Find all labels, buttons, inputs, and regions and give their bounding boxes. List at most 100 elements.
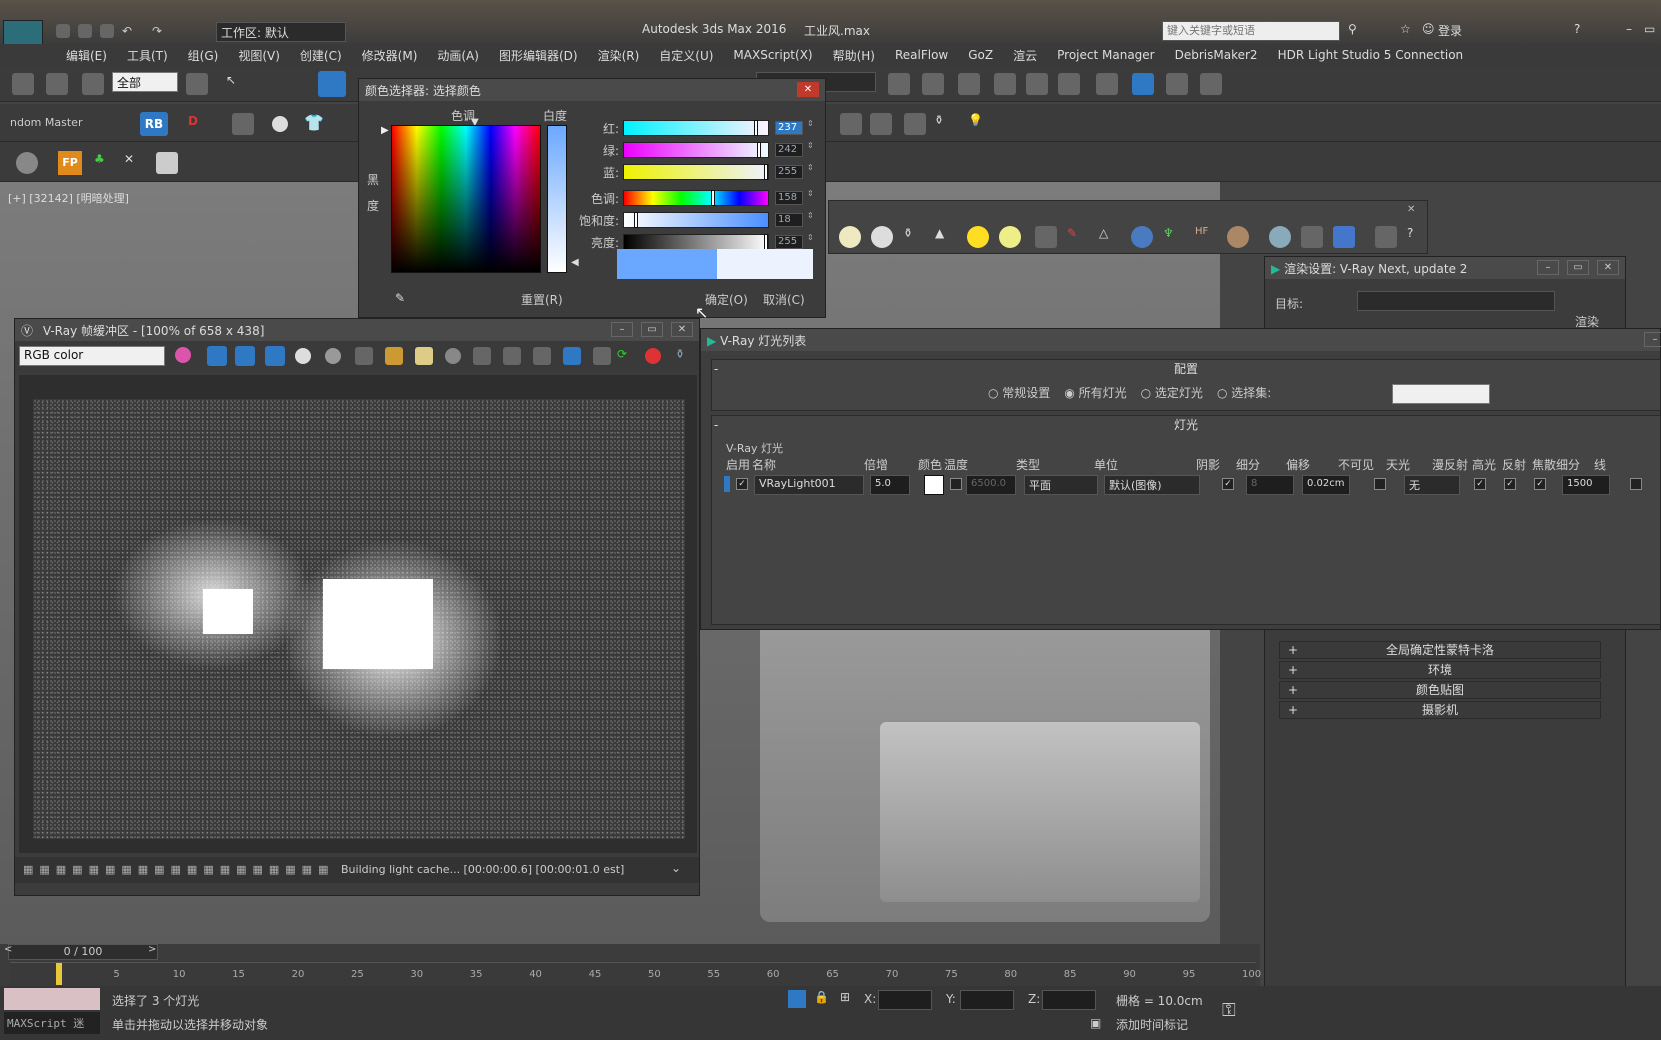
spinner-arrows-icon[interactable]: ⇕ [807,211,814,220]
globe-icon[interactable] [1131,226,1153,248]
vray-material-icon[interactable] [1333,226,1355,248]
follow-mouse-icon[interactable] [503,347,521,365]
lock-icon[interactable]: 🔒 [814,990,829,1004]
green-channel-icon[interactable] [235,346,255,366]
slider-thumb[interactable] [633,212,638,228]
x-coordinate-input[interactable] [878,990,932,1010]
menu-item[interactable]: 帮助(H) [823,47,885,64]
texture-icon[interactable] [1227,226,1249,248]
maxscript-listener-pink[interactable] [4,988,100,1010]
channel-slider[interactable] [623,234,769,250]
blue-channel-icon[interactable] [265,346,285,366]
rs-maximize-icon[interactable]: ▭ [1567,260,1589,275]
proxy-icon[interactable] [1035,226,1057,248]
menu-item[interactable]: 工具(T) [117,47,178,64]
menu-item[interactable]: 渲染(R) [588,47,650,64]
time-tag-icon[interactable]: ▣ [1090,1016,1101,1030]
snapshot-icon[interactable] [232,113,254,135]
config-collapse-icon[interactable]: - [714,362,718,376]
rs-minimize-icon[interactable]: – [1537,260,1559,275]
slider-thumb[interactable] [764,234,768,250]
render-canvas[interactable] [19,375,697,853]
next-frame-icon[interactable]: > [148,944,156,955]
unlink-icon[interactable] [46,73,68,95]
hf-icon[interactable]: HF [1195,226,1217,248]
color-picker-close-icon[interactable]: ✕ [797,82,819,97]
help-icon[interactable]: ? [1574,22,1580,36]
expand-icon[interactable]: + [1288,662,1298,678]
binoculars-icon[interactable]: ⚲ [1348,22,1357,36]
whiteness-slider[interactable] [547,125,567,273]
reflection-checkbox[interactable]: ✓ [1534,478,1546,490]
menu-item[interactable]: 图形编辑器(D) [489,47,588,64]
material-library-icon[interactable] [1301,226,1323,248]
dome-light-icon[interactable] [999,226,1021,248]
vfb-expand-icon[interactable]: ⌄ [671,861,681,875]
open-file-icon[interactable] [78,24,92,38]
vfb-maximize-icon[interactable]: ▭ [641,322,663,337]
add-time-tag[interactable]: 添加时间标记 [1116,1016,1188,1033]
material-editor-icon[interactable] [1096,73,1118,95]
bind-space-warp-icon[interactable] [82,73,104,95]
reset-button[interactable]: 重置(R) [521,291,563,308]
frame-buffer-icon[interactable] [904,113,926,135]
redo-icon[interactable]: ↷ [152,24,166,38]
select-object-icon[interactable] [186,73,208,95]
row-selector[interactable] [724,476,730,492]
light-lister-minimize-icon[interactable]: – [1644,332,1661,347]
target-select[interactable] [1357,291,1555,311]
viewport-label[interactable]: [+] [32142] [明暗处理] [8,190,129,206]
render-frame-icon[interactable] [840,113,862,135]
login-link[interactable]: 登录 [1438,22,1462,39]
menu-item[interactable]: RealFlow [885,48,958,62]
tree-icon[interactable]: ♣ [94,152,116,174]
light-type-select[interactable]: 平面 [1024,475,1098,495]
channel-value-input[interactable]: 255 [775,235,803,249]
plane-object-icon[interactable] [839,226,861,248]
spinner-arrows-icon[interactable]: ⇕ [807,141,814,150]
select-move-icon[interactable] [318,71,346,97]
render-teapot-icon[interactable]: ⚱ [675,347,697,369]
render-setup-icon[interactable] [1132,73,1154,95]
maxscript-mini-listener[interactable]: MAXScript 迷 [4,1012,100,1034]
swirl-icon[interactable] [16,152,38,174]
slider-thumb[interactable] [764,164,768,180]
layer-manager-icon[interactable] [958,73,980,95]
menu-item[interactable]: DebrisMaker2 [1165,48,1268,62]
sphere-object-icon[interactable] [871,226,893,248]
material-ball-icon[interactable] [1269,226,1291,248]
eyedropper-icon[interactable]: ✎ [395,291,405,305]
shadow-checkbox[interactable]: ✓ [1222,478,1234,490]
ok-button[interactable]: 确定(O) [705,291,748,308]
menu-item[interactable]: GoZ [958,48,1003,62]
shirt-icon[interactable]: 👕 [304,113,326,135]
y-coordinate-input[interactable] [960,990,1014,1010]
enable-checkbox[interactable]: ✓ [736,478,748,490]
alpha-channel-icon[interactable] [295,348,311,364]
selection-set-select[interactable] [1392,384,1490,404]
lens-effects-icon[interactable] [533,347,551,365]
minimize-icon[interactable]: – [1626,22,1632,36]
prev-frame-icon[interactable]: < [4,944,12,955]
bias-input[interactable]: 0.02cm [1302,475,1350,495]
render-production-icon[interactable] [1200,73,1222,95]
vfb-minimize-icon[interactable]: – [611,322,633,337]
channel-select[interactable]: RGB color [19,346,165,366]
temperature-input[interactable]: 6500.0 [966,475,1016,495]
rollout-header[interactable]: + 全局确定性蒙特卡洛 [1279,641,1601,659]
palette-close-icon[interactable]: ✕ [1407,204,1415,215]
caustics-subdivs-input[interactable]: 1500 [1562,475,1610,495]
diffuse-checkbox[interactable]: ✓ [1474,478,1486,490]
filter-radio[interactable]: ◉ 所有灯光 [1064,384,1126,401]
radio-icon[interactable]: ○ [1217,386,1231,400]
z-coordinate-input[interactable] [1042,990,1096,1010]
lights-collapse-icon[interactable]: - [714,418,718,432]
spinner-arrows-icon[interactable]: ⇕ [807,233,814,242]
cancel-button[interactable]: 取消(C) [763,291,805,308]
channel-value-input[interactable]: 158 [775,191,803,205]
subdivs-input[interactable]: 8 [1246,475,1294,495]
export-icon[interactable] [1375,226,1397,248]
mesh-icon[interactable]: △ [1099,226,1121,248]
time-cursor[interactable] [56,963,62,985]
curve-editor-icon[interactable] [1026,73,1048,95]
